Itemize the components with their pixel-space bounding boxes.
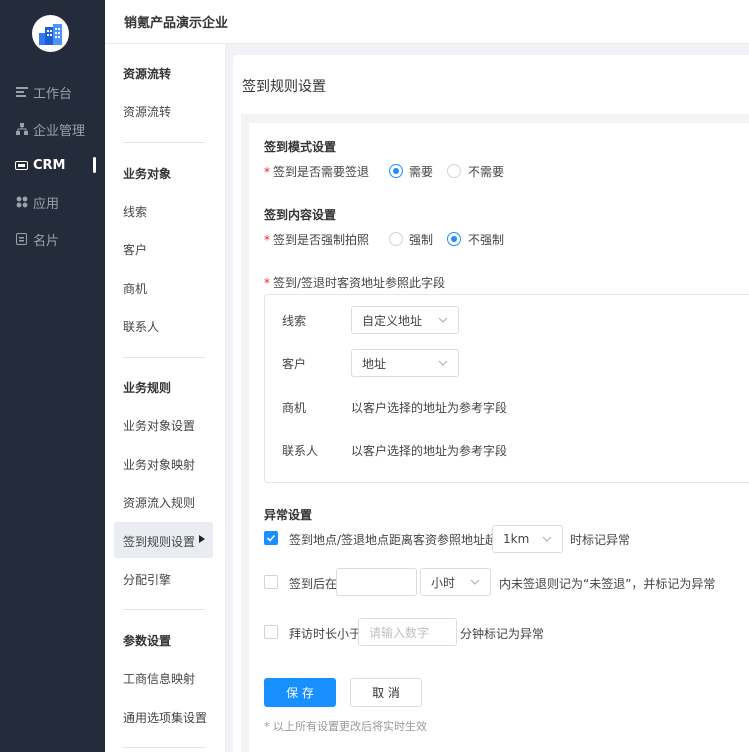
section-title-content: 签到内容设置 xyxy=(264,208,337,222)
select-value: 自定义地址 xyxy=(362,313,423,328)
company-logo-icon[interactable] xyxy=(32,15,69,52)
check-icon xyxy=(266,534,276,542)
page-title: 签到规则设置 xyxy=(242,79,326,95)
chevron-down-icon xyxy=(542,536,552,542)
radio-label: 不强制 xyxy=(468,233,505,247)
subnav-group-title: 业务对象 xyxy=(123,167,172,181)
field-label-text: 签到是否强制拍照 xyxy=(273,233,370,247)
subnav-item-inflow-rules[interactable]: 资源流入规则 xyxy=(123,494,195,511)
customer-address-select[interactable]: 地址 xyxy=(351,349,459,377)
required-asterisk: * xyxy=(264,165,270,179)
rail-item-workbench[interactable]: 工作台 xyxy=(0,77,105,107)
reference-text: 以客户选择的地址为参考字段 xyxy=(351,444,508,458)
radio-label: 不需要 xyxy=(468,165,505,179)
radio-photo-optional[interactable] xyxy=(447,232,461,246)
object-label: 联系人 xyxy=(282,444,319,458)
chevron-down-icon xyxy=(470,579,480,585)
radio-label: 强制 xyxy=(409,233,434,247)
checkbox-distance-rule[interactable] xyxy=(264,531,278,545)
select-value: 1km xyxy=(503,532,530,546)
subnav-item-object-settings[interactable]: 业务对象设置 xyxy=(123,417,195,434)
crm-badge-icon xyxy=(15,159,28,172)
save-button[interactable]: 保 存 xyxy=(264,678,336,707)
rule-text: 内未签退则记为“未签退”，并标记为异常 xyxy=(499,577,716,591)
field-label-checkout: * 签到是否需要签退 xyxy=(264,163,369,180)
reference-text: 以客户选择的地址为参考字段 xyxy=(351,401,508,415)
subnav-group-title: 参数设置 xyxy=(123,634,172,648)
radio-label: 需要 xyxy=(409,165,434,179)
subnav-item-option-sets[interactable]: 通用选项集设置 xyxy=(123,709,207,726)
footnote: * 以上所有设置更改后将实时生效 xyxy=(264,720,427,733)
top-header: 销氪产品演示企业 xyxy=(105,0,749,44)
org-tree-icon xyxy=(15,123,28,136)
card-icon xyxy=(15,233,28,246)
radio-checkout-required[interactable] xyxy=(389,164,403,178)
chevron-down-icon xyxy=(438,317,448,323)
subnav-item-opportunities[interactable]: 商机 xyxy=(123,280,147,297)
radio-checkout-not-required[interactable] xyxy=(447,164,461,178)
apps-icon xyxy=(15,196,28,209)
checkbox-checkout-timeout[interactable] xyxy=(264,575,278,589)
subnav-group-title: 资源流转 xyxy=(123,67,172,81)
subnav-item-object-mapping[interactable]: 业务对象映射 xyxy=(123,456,195,473)
input-placeholder: 请输入数字 xyxy=(369,625,430,640)
cancel-button[interactable]: 取 消 xyxy=(350,678,422,707)
section-title-exception: 异常设置 xyxy=(264,508,313,522)
checkbox-visit-duration[interactable] xyxy=(264,625,278,639)
rule-text: 签到地点/签退地点距离客资参照地址超过 xyxy=(289,533,510,547)
radio-photo-forced[interactable] xyxy=(389,232,403,246)
object-label: 客户 xyxy=(282,357,307,371)
minutes-input[interactable]: 请输入数字 xyxy=(358,618,457,646)
field-label-address: * 签到/签退时客资地址参照此字段 xyxy=(264,274,445,291)
subnav-group-title: 业务规则 xyxy=(123,381,172,395)
distance-select[interactable]: 1km xyxy=(492,525,563,553)
object-label: 商机 xyxy=(282,401,307,415)
rail-item-label: 名片 xyxy=(33,233,60,249)
subnav-item-checkin-rules[interactable]: 签到规则设置 xyxy=(123,533,195,550)
rail-item-enterprise[interactable]: 企业管理 xyxy=(0,114,105,144)
settings-subnav: 资源流转 资源流转 业务对象 线索 客户 商机 联系人 业务规则 业务对象设置 … xyxy=(105,44,226,752)
field-label-photo: * 签到是否强制拍照 xyxy=(264,231,369,248)
section-title-mode: 签到模式设置 xyxy=(264,140,337,154)
subnav-item-leads[interactable]: 线索 xyxy=(123,203,147,220)
hours-input[interactable] xyxy=(336,568,417,596)
required-asterisk: * xyxy=(264,276,270,290)
subnav-divider xyxy=(123,142,205,143)
select-value: 小时 xyxy=(431,575,456,590)
active-indicator xyxy=(93,157,96,173)
field-label-text: 签到/签退时客资地址参照此字段 xyxy=(273,276,446,290)
subnav-item-customers[interactable]: 客户 xyxy=(123,241,147,258)
subnav-divider xyxy=(123,357,205,358)
subnav-item-resource-flow[interactable]: 资源流转 xyxy=(123,103,171,120)
object-label: 线索 xyxy=(282,314,307,328)
caret-right-icon xyxy=(199,535,205,543)
subnav-item-contacts[interactable]: 联系人 xyxy=(123,318,159,335)
company-name: 销氪产品演示企业 xyxy=(124,16,229,31)
rule-text: 签到后在 xyxy=(289,577,338,591)
subnav-item-business-info-mapping[interactable]: 工商信息映射 xyxy=(123,670,195,687)
lead-address-select[interactable]: 自定义地址 xyxy=(351,306,459,334)
chevron-down-icon xyxy=(438,360,448,366)
rail-item-label: 企业管理 xyxy=(33,123,86,139)
rule-text: 拜访时长小于 xyxy=(289,627,362,641)
rail-item-cards[interactable]: 名片 xyxy=(0,224,105,254)
rail-item-label: CRM xyxy=(33,157,66,173)
subnav-item-assign-engine[interactable]: 分配引擎 xyxy=(123,571,171,588)
subnav-divider xyxy=(123,609,205,610)
rail-item-crm[interactable]: CRM xyxy=(0,150,105,180)
rail-item-apps[interactable]: 应用 xyxy=(0,187,105,217)
field-label-text: 签到是否需要签退 xyxy=(273,165,370,179)
rule-text: 分钟标记为异常 xyxy=(460,627,545,641)
time-unit-select[interactable]: 小时 xyxy=(420,568,491,596)
rule-text: 时标记异常 xyxy=(570,533,631,547)
required-asterisk: * xyxy=(264,233,270,247)
rail-item-label: 工作台 xyxy=(33,86,73,102)
align-left-icon xyxy=(15,86,28,99)
rail-item-label: 应用 xyxy=(33,196,60,212)
app-rail: 工作台 企业管理 CRM 应用 名片 xyxy=(0,0,105,752)
subnav-divider xyxy=(123,747,205,748)
select-value: 地址 xyxy=(362,356,387,371)
